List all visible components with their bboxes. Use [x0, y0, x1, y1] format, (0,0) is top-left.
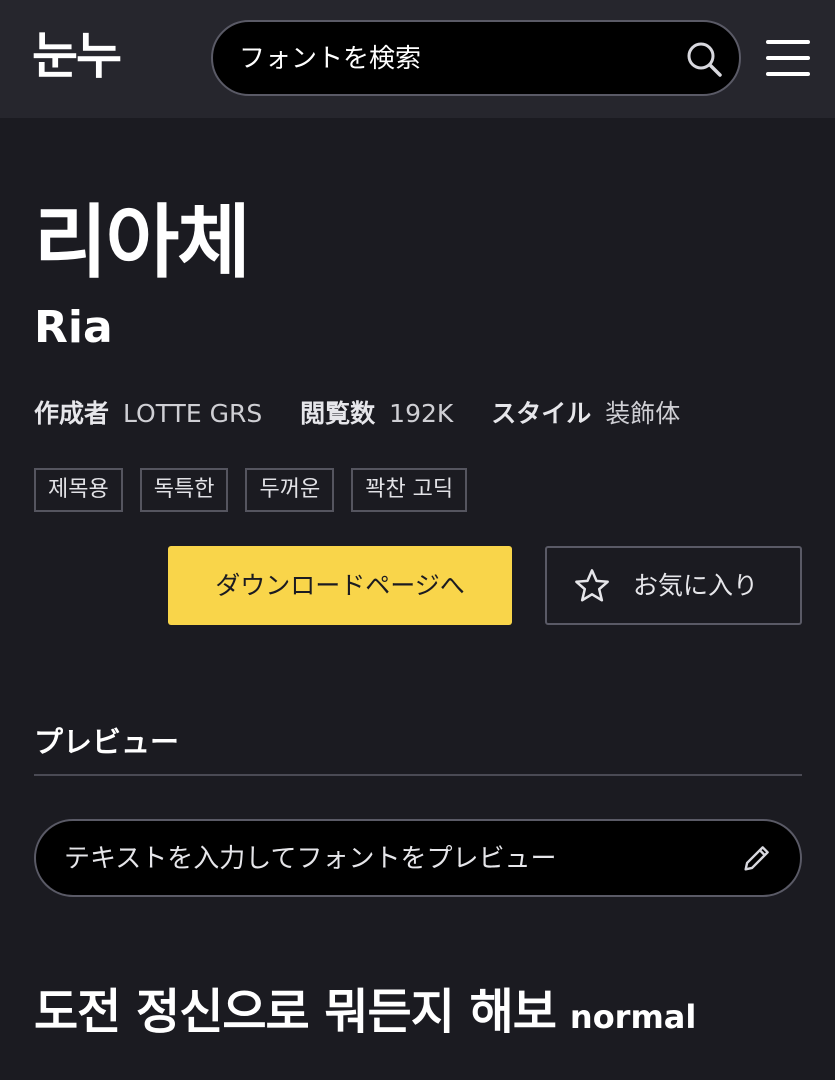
preview-input[interactable]: [62, 821, 726, 897]
meta-author-label: 作成者: [34, 399, 110, 428]
sample-weight: normal: [569, 998, 697, 1036]
font-title: 리아체: [34, 196, 251, 289]
meta-views-value: 192K: [389, 399, 454, 428]
preview-text-field[interactable]: [34, 819, 802, 897]
download-page-button[interactable]: ダウンロードページへ: [168, 546, 512, 625]
site-logo[interactable]: 눈누: [32, 26, 122, 86]
star-icon: [575, 569, 609, 602]
tag-list: 제목용 독특한 두꺼운 꽉찬 고딕: [34, 468, 468, 512]
preview-section-title: プレビュー: [34, 725, 180, 759]
search-input[interactable]: [237, 22, 671, 96]
search-bar[interactable]: [211, 20, 741, 96]
favorite-label: お気に入り: [633, 571, 759, 600]
font-subtitle: Ria: [34, 302, 113, 353]
pencil-icon[interactable]: [740, 841, 774, 875]
meta-style-label: スタイル: [491, 399, 592, 428]
meta-author-value: LOTTE GRS: [123, 399, 263, 428]
favorite-button[interactable]: お気に入り: [545, 546, 802, 625]
tag[interactable]: 독특한: [139, 468, 229, 512]
tag[interactable]: 두꺼운: [245, 468, 335, 512]
top-header: 눈누: [0, 0, 835, 118]
sample-text: 도전 정신으로 뭐든지 해보: [34, 984, 557, 1040]
font-sample: 도전 정신으로 뭐든지 해보 normal: [34, 980, 696, 1055]
menu-icon[interactable]: [766, 38, 812, 78]
tag[interactable]: 꽉찬 고딕: [351, 468, 468, 512]
tag[interactable]: 제목용: [34, 468, 123, 512]
font-meta: 作成者 LOTTE GRS 閲覧数 192K スタイル 装飾体: [34, 394, 710, 434]
meta-style-value: 装飾体: [605, 399, 681, 428]
meta-views-label: 閲覧数: [300, 399, 376, 428]
divider: [34, 774, 802, 776]
search-icon[interactable]: [685, 40, 723, 78]
